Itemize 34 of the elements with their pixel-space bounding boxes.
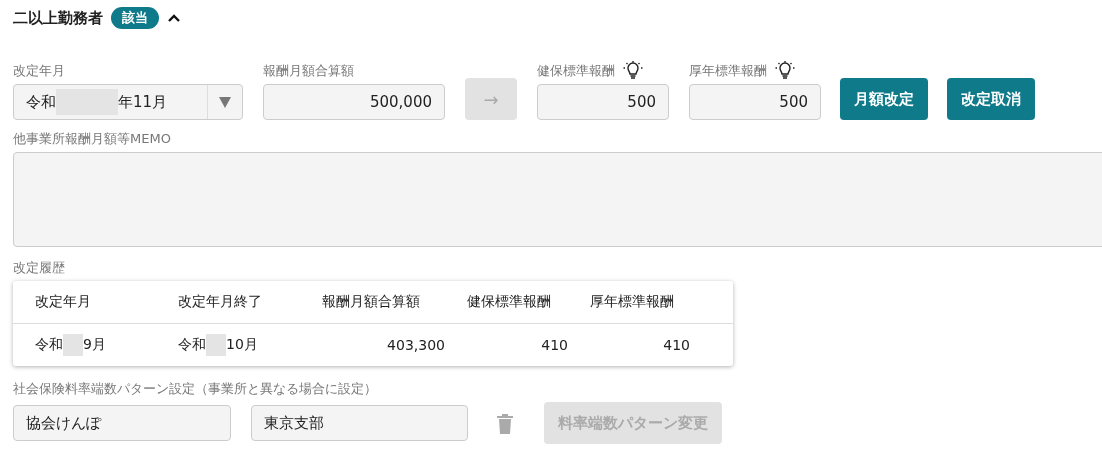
field-label: 健保標準報酬 xyxy=(537,62,615,80)
lightbulb-icon xyxy=(775,61,795,81)
field-label: 社会保険料率端数パターン設定（事業所と異なる場合に設定） xyxy=(13,380,378,398)
section-title: 二以上勤務者 xyxy=(13,8,103,28)
status-badge: 該当 xyxy=(111,7,159,29)
field-label: 厚年標準報酬 xyxy=(689,62,767,80)
date-select[interactable]: 令和 年11月 xyxy=(13,84,243,120)
field-label: 他事業所報酬月額等MEMO xyxy=(13,130,172,148)
redaction-block xyxy=(63,334,83,356)
trash-icon[interactable] xyxy=(496,412,514,434)
table-cell: 令和 9月 xyxy=(13,323,156,366)
action-button[interactable]: 改定取消 xyxy=(947,78,1035,120)
chevron-icon[interactable] xyxy=(167,13,181,23)
table-cell: 410 xyxy=(568,323,690,366)
association-field[interactable]: 協会けんぽ xyxy=(13,405,231,441)
number-field[interactable]: 500 xyxy=(537,84,669,120)
lightbulb-icon xyxy=(623,61,643,81)
action-button[interactable]: 月額改定 xyxy=(840,78,928,120)
amount-field[interactable]: 500,000 xyxy=(263,84,445,120)
column-header: 報酬月額合算額 xyxy=(300,281,445,324)
dropdown-icon[interactable] xyxy=(219,96,231,108)
table-cell: 403,300 xyxy=(300,323,445,366)
column-header: 改定年月終了 xyxy=(156,281,300,324)
table-cell: 令和 10月 xyxy=(156,323,300,366)
redaction-block xyxy=(206,334,226,356)
field-label: 改定年月 xyxy=(13,62,66,80)
table-cell: 410 xyxy=(445,323,568,366)
section-label: 改定履歴 xyxy=(13,259,66,277)
column-header: 健保標準報酬 xyxy=(445,281,568,324)
column-header: 厚年標準報酬 xyxy=(568,281,690,324)
column-header: 改定年月 xyxy=(13,281,156,324)
field-label: 報酬月額合算額 xyxy=(263,62,355,80)
branch-field[interactable]: 東京支部 xyxy=(251,405,468,441)
number-field[interactable]: 500 xyxy=(689,84,821,120)
